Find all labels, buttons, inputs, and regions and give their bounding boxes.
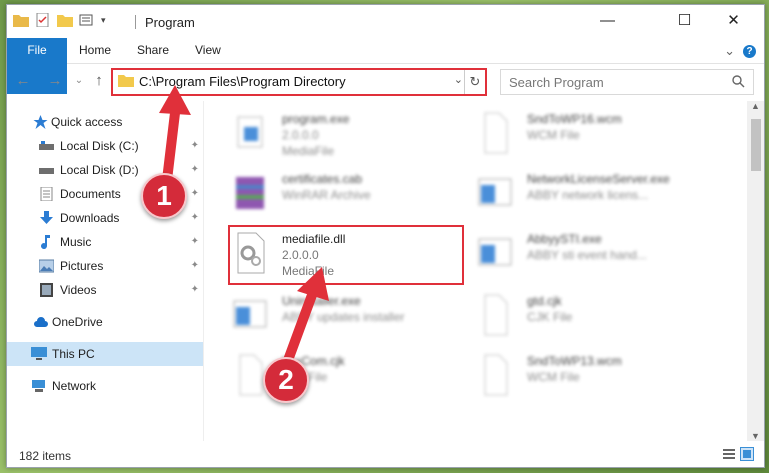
arrow-2-head: [297, 267, 329, 301]
annotation-arrows: [159, 85, 329, 368]
arrow-1-head: [159, 85, 191, 115]
callout-1: 1: [141, 173, 187, 219]
callout-2: 2: [263, 357, 309, 403]
arrow-1-shaft: [162, 108, 180, 185]
explorer-window: ▾ Program — ☐ ✕ File Home Share View ⌄ ?…: [6, 4, 765, 468]
arrow-2-shaft: [282, 290, 317, 368]
